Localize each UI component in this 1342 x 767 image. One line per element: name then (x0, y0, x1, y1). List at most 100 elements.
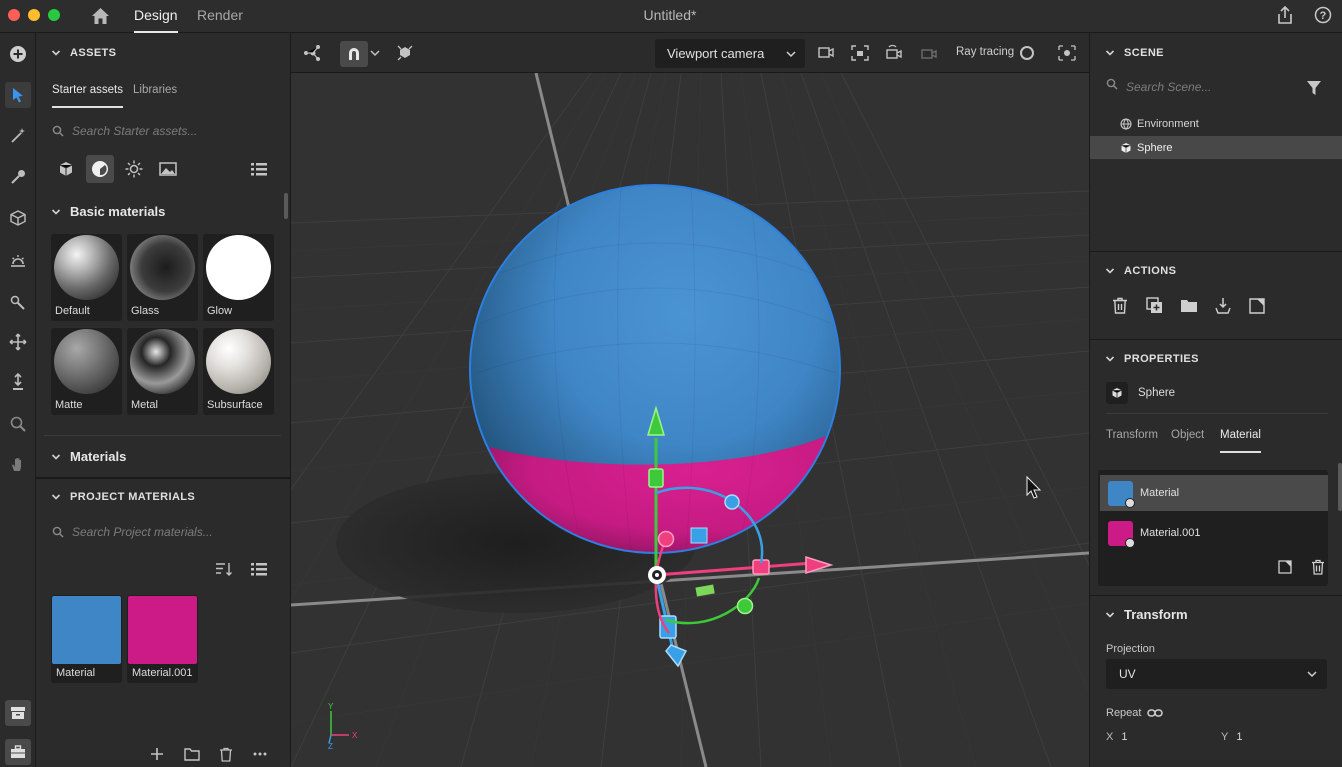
search-icon (1106, 78, 1118, 90)
cube-tool-icon[interactable] (5, 205, 31, 231)
home-icon[interactable] (91, 7, 110, 25)
right-panel: SCENE Search Scene... Environment Sphere… (1089, 33, 1342, 767)
paint-tool-icon[interactable] (5, 290, 31, 316)
axis-label-x: X (352, 731, 358, 740)
group-folder-icon[interactable] (1180, 298, 1198, 313)
duplicate-icon[interactable] (1146, 297, 1164, 314)
ray-tracing-label: Ray tracing (956, 46, 1015, 58)
render-settings-icon[interactable] (1055, 41, 1079, 65)
repeat-x-field[interactable]: X1 (1106, 731, 1196, 747)
move-tool-icon[interactable] (5, 329, 31, 355)
export-icon[interactable] (1249, 298, 1265, 314)
snap-toggle[interactable] (340, 41, 368, 67)
assets-panel-toggle-icon[interactable] (5, 700, 31, 726)
models-filter-icon[interactable] (56, 159, 76, 179)
trash-icon[interactable] (219, 747, 233, 762)
material-tile-matte[interactable]: Matte (51, 328, 122, 415)
scene-item-sphere[interactable]: Sphere (1090, 136, 1342, 159)
material-tile-glass[interactable]: Glass (127, 234, 198, 321)
assets-header[interactable]: ASSETS (36, 40, 290, 66)
scene-item-environment[interactable]: Environment (1090, 112, 1342, 135)
tab-transform[interactable]: Transform (1106, 429, 1158, 453)
auto-drop-icon[interactable] (393, 41, 417, 65)
viewport-camera-select[interactable]: Viewport camera (655, 39, 805, 68)
material-swatch (128, 596, 197, 664)
material-swatch (1108, 520, 1135, 548)
material-tile-subsurface[interactable]: Subsurface (203, 328, 274, 415)
trash-icon[interactable] (1311, 559, 1325, 575)
basic-materials-section[interactable]: Basic materials (36, 204, 165, 219)
link-icon[interactable] (1147, 708, 1164, 718)
tab-object[interactable]: Object (1171, 429, 1204, 453)
material-tile-default[interactable]: Default (51, 234, 122, 321)
chevron-down-icon (1105, 50, 1115, 56)
add-icon[interactable] (150, 747, 164, 761)
images-filter-icon[interactable] (158, 159, 178, 179)
eyedropper-icon[interactable] (5, 164, 31, 190)
drop-to-ground-icon[interactable] (1214, 297, 1232, 314)
sort-icon[interactable] (215, 561, 233, 577)
project-materials-header[interactable]: PROJECT MATERIALS (36, 484, 290, 510)
chevron-down-icon (786, 51, 796, 58)
repeat-y-field[interactable]: Y1 (1221, 731, 1311, 747)
project-materials-search[interactable]: Search Project materials... (52, 525, 213, 539)
scene-header[interactable]: SCENE (1090, 40, 1342, 66)
list-view-icon[interactable] (250, 560, 268, 578)
camera-reset-icon[interactable] (917, 41, 941, 65)
tab-material[interactable]: Material (1220, 429, 1261, 453)
scrollbar-thumb[interactable] (1338, 463, 1342, 511)
scene-search[interactable]: Search Scene... (1106, 78, 1211, 94)
list-view-icon[interactable] (250, 160, 268, 178)
materials-filter-icon[interactable] (86, 155, 114, 183)
actions-title: ACTIONS (1124, 265, 1177, 277)
maximize-window-button[interactable] (48, 9, 60, 21)
briefcase-icon[interactable] (5, 739, 31, 765)
material-slot[interactable]: Material.001 (1100, 515, 1328, 551)
export-material-icon[interactable] (1278, 560, 1292, 574)
zoom-icon[interactable] (5, 411, 31, 437)
more-options-icon[interactable] (253, 752, 267, 756)
repeat-row: Repeat (1106, 707, 1164, 719)
subtab-libraries[interactable]: Libraries (133, 84, 177, 108)
tool-rail (0, 33, 36, 767)
tab-render[interactable]: Render (197, 0, 243, 33)
delete-icon[interactable] (1112, 297, 1128, 314)
chevron-down-icon[interactable] (370, 49, 380, 57)
material-slot-label: Material (1140, 487, 1180, 499)
camera-bookmark-icon[interactable] (813, 41, 837, 65)
3d-viewport[interactable]: Y X Z (291, 73, 1089, 767)
scrollbar-thumb[interactable] (284, 193, 288, 219)
properties-header[interactable]: PROPERTIES (1090, 346, 1342, 372)
assets-title: ASSETS (70, 47, 117, 59)
frame-selection-icon[interactable] (848, 41, 872, 65)
material-slot[interactable]: Material (1100, 475, 1328, 511)
repeat-label: Repeat (1106, 707, 1142, 719)
drop-to-ground-icon[interactable] (5, 369, 31, 395)
subtab-starter-assets[interactable]: Starter assets (52, 84, 123, 108)
help-icon[interactable]: ? (1314, 6, 1332, 24)
material-tile-metal[interactable]: Metal (127, 328, 198, 415)
minimize-window-button[interactable] (28, 9, 40, 21)
projection-select[interactable]: UV (1106, 659, 1327, 689)
lights-filter-icon[interactable] (124, 159, 144, 179)
tab-design[interactable]: Design (134, 0, 178, 33)
hand-pan-icon[interactable] (5, 451, 31, 477)
select-tool-icon[interactable] (5, 82, 31, 108)
magic-wand-icon[interactable] (5, 123, 31, 149)
add-icon[interactable] (5, 41, 31, 67)
project-material-tile[interactable]: Material.001 (127, 595, 198, 683)
folder-icon[interactable] (184, 747, 200, 761)
actions-header[interactable]: ACTIONS (1090, 258, 1342, 284)
share-icon[interactable] (1276, 6, 1294, 25)
environment-light-icon[interactable] (5, 248, 31, 274)
ray-tracing-toggle[interactable] (1020, 46, 1034, 60)
project-material-tile[interactable]: Material (51, 595, 122, 683)
materials-section[interactable]: Materials (36, 449, 126, 464)
close-window-button[interactable] (8, 9, 20, 21)
scene-graph-icon[interactable] (301, 41, 325, 65)
camera-rotate-icon[interactable] (882, 41, 906, 65)
starter-assets-search[interactable]: Search Starter assets... (52, 124, 197, 138)
transform-section[interactable]: Transform (1090, 607, 1188, 622)
material-tile-glow[interactable]: Glow (203, 234, 274, 321)
filter-icon[interactable] (1306, 80, 1322, 96)
